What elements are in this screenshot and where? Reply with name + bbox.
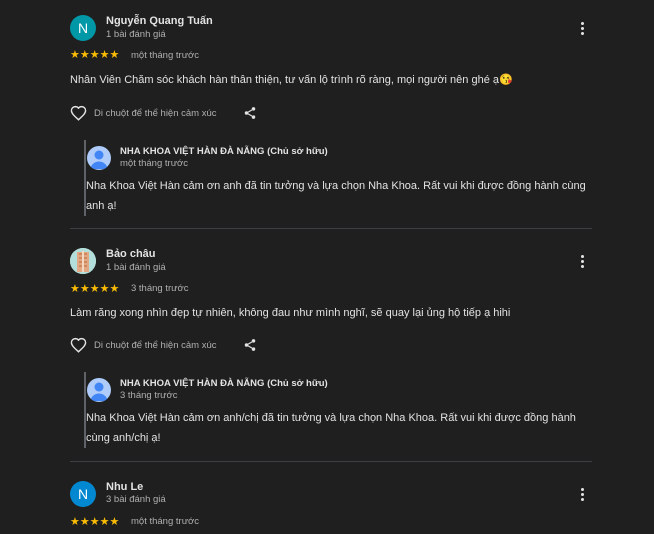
reaction-label: Di chuột để thể hiện cảm xúc bbox=[94, 339, 217, 351]
owner-avatar[interactable] bbox=[87, 146, 111, 170]
reply-time: một tháng trước bbox=[120, 158, 189, 169]
share-icon[interactable] bbox=[243, 106, 257, 125]
review-time: một tháng trước bbox=[131, 516, 200, 527]
reviewer-name[interactable]: Nguyễn Quang Tuấn bbox=[106, 15, 213, 27]
heart-icon bbox=[70, 337, 87, 353]
star-rating: ★★★★★ bbox=[70, 516, 119, 527]
reaction-label: Di chuột để thể hiện cảm xúc bbox=[94, 107, 217, 119]
share-icon[interactable] bbox=[243, 338, 257, 357]
review-count: 1 bài đánh giá bbox=[106, 29, 166, 40]
owner-name[interactable]: NHA KHOA VIỆT HÀN ĐÀ NẴNG (Chủ sở hữu) bbox=[120, 146, 328, 157]
owner-reply: NHA KHOA VIỆT HÀN ĐÀ NẴNG (Chủ sở hữu) 3… bbox=[84, 372, 592, 448]
more-options-icon[interactable] bbox=[576, 19, 588, 37]
reaction-button[interactable]: Di chuột để thể hiện cảm xúc bbox=[70, 105, 217, 121]
reply-text: Nha Khoa Việt Hàn cảm ơn anh đã tin tưởn… bbox=[86, 180, 586, 212]
review-text: Làm răng xong nhìn đẹp tự nhiên, không đ… bbox=[70, 307, 511, 319]
stars-label: ★★★★★ bbox=[70, 48, 120, 61]
more-options-icon[interactable] bbox=[576, 252, 588, 270]
reply-time: 3 tháng trước bbox=[120, 390, 178, 401]
stars-label: ★★★★★ bbox=[70, 282, 120, 295]
divider bbox=[70, 461, 592, 462]
owner-name[interactable]: NHA KHOA VIỆT HÀN ĐÀ NẴNG (Chủ sở hữu) bbox=[120, 378, 328, 389]
review-count: 1 bài đánh giá bbox=[106, 262, 166, 273]
avatar[interactable]: N bbox=[70, 15, 96, 41]
owner-reply: NHA KHOA VIỆT HÀN ĐÀ NẴNG (Chủ sở hữu) m… bbox=[84, 140, 592, 216]
owner-avatar[interactable] bbox=[87, 378, 111, 402]
review-time: 3 tháng trước bbox=[131, 283, 189, 294]
heart-icon bbox=[70, 105, 87, 121]
reviewer-name[interactable]: Nhu Le bbox=[106, 481, 143, 493]
more-options-icon[interactable] bbox=[576, 485, 588, 503]
stars-label: ★★★★★ bbox=[70, 515, 120, 528]
avatar[interactable]: N bbox=[70, 481, 96, 507]
divider bbox=[70, 228, 592, 229]
reaction-button[interactable]: Di chuột để thể hiện cảm xúc bbox=[70, 337, 217, 353]
avatar[interactable] bbox=[70, 248, 96, 274]
review-time: một tháng trước bbox=[131, 50, 200, 61]
star-rating: ★★★★★ bbox=[70, 283, 119, 294]
review-count: 3 bài đánh giá bbox=[106, 494, 166, 505]
review-text: Nhân Viên Chăm sóc khách hàn thân thiện,… bbox=[70, 74, 513, 86]
star-rating: ★★★★★ bbox=[70, 49, 119, 60]
reviewer-name[interactable]: Bảo châu bbox=[106, 248, 156, 260]
reply-text: Nha Khoa Việt Hàn cảm ơn anh/chị đã tin … bbox=[86, 412, 576, 444]
